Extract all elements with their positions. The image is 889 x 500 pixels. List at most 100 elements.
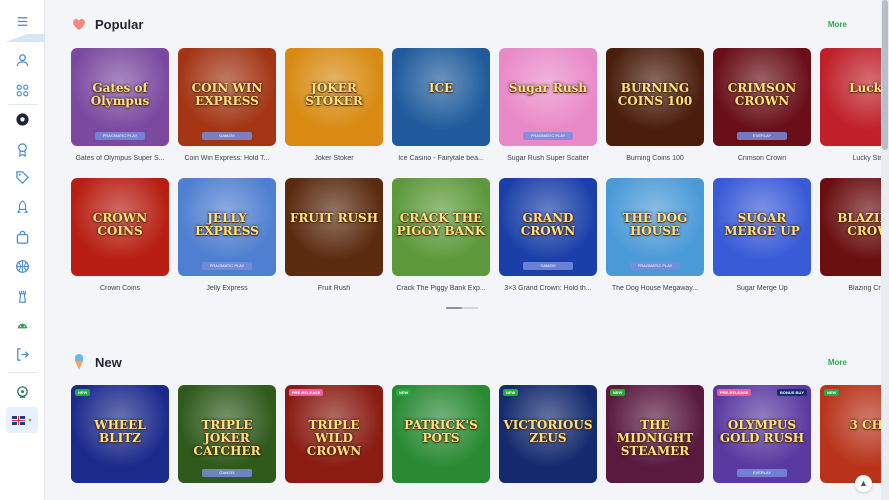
game-logo-text: OLYMPUS GOLD RUSH bbox=[719, 418, 805, 445]
game-logo-text: SUGAR MERGE UP bbox=[724, 211, 800, 238]
section-title: Popular bbox=[95, 16, 144, 32]
game-title[interactable]: The Dog House Megaway... bbox=[606, 285, 704, 292]
main-content: Popular More Gates of Olympus PRAGMATIC P… bbox=[46, 0, 889, 500]
shopping-bag-icon[interactable] bbox=[0, 224, 45, 250]
game-tile[interactable]: FRUIT RUSH Fruit Rush bbox=[285, 178, 383, 292]
game-title[interactable]: Joker Stoker bbox=[285, 155, 383, 162]
game-tile[interactable]: PRE-RELEASE TRIPLE WILD CROWN bbox=[285, 385, 383, 483]
game-title[interactable]: Sugar Merge Up bbox=[713, 285, 811, 292]
game-thumbnail[interactable]: PRE-RELEASE TRIPLE WILD CROWN bbox=[285, 385, 383, 483]
more-link[interactable]: More bbox=[828, 20, 847, 29]
soccer-ball-icon[interactable] bbox=[0, 106, 45, 132]
support-chat-icon[interactable] bbox=[0, 379, 45, 405]
game-thumbnail[interactable]: Sugar Rush PRAGMATIC PLAY bbox=[499, 48, 597, 146]
game-tile[interactable]: COIN WIN EXPRESS GAMZIX Coin Win Express: … bbox=[178, 48, 276, 162]
game-tile[interactable]: NEW VICTORIOUS ZEUS bbox=[499, 385, 597, 483]
game-title[interactable]: Ice Casino - Fairytale bea... bbox=[392, 155, 490, 162]
game-tile[interactable]: Sugar Rush PRAGMATIC PLAY Sugar Rush Super… bbox=[499, 48, 597, 162]
game-tile[interactable]: JELLY EXPRESS PRAGMATIC PLAY Jelly Express bbox=[178, 178, 276, 292]
game-title[interactable]: Lucky Stre bbox=[820, 155, 889, 162]
game-tile[interactable]: THE DOG HOUSE PRAGMATIC PLAY The Dog House… bbox=[606, 178, 704, 292]
game-thumbnail[interactable]: NEW WHEEL BLITZ bbox=[71, 385, 169, 483]
game-thumbnail[interactable]: NEW 3 CHI bbox=[820, 385, 889, 483]
award-icon[interactable] bbox=[0, 136, 45, 162]
provider-badge: EVERLAY bbox=[737, 469, 787, 477]
game-thumbnail[interactable]: NEW PATRICK'S POTS bbox=[392, 385, 490, 483]
game-thumbnail[interactable]: COIN WIN EXPRESS GAMZIX bbox=[178, 48, 276, 146]
game-tile[interactable]: BURNING COINS 100 Burning Coins 100 bbox=[606, 48, 704, 162]
game-title[interactable]: 3×3 Grand Crown: Hold th... bbox=[499, 285, 597, 292]
game-tile[interactable]: GRAND CROWN GAMZIX 3×3 Grand Crown: Hold t… bbox=[499, 178, 597, 292]
tag-icon[interactable] bbox=[0, 164, 45, 190]
basketball-icon[interactable] bbox=[0, 253, 45, 279]
game-tile[interactable]: CRIMSON CROWN EVERLAY Crimson Crown bbox=[713, 48, 811, 162]
logout-icon[interactable] bbox=[0, 341, 45, 367]
game-tile[interactable]: Lucky Lucky Stre bbox=[820, 48, 889, 162]
game-tile[interactable]: NEW 3 CHI bbox=[820, 385, 889, 483]
game-tile[interactable]: NEW THE MIDNIGHT STEAMER bbox=[606, 385, 704, 483]
chevron-down-icon: ▾ bbox=[28, 417, 32, 424]
game-thumbnail[interactable]: Gates of Olympus PRAGMATIC PLAY bbox=[71, 48, 169, 146]
android-icon[interactable] bbox=[0, 312, 45, 338]
game-title[interactable]: Crimson Crown bbox=[713, 155, 811, 162]
game-title[interactable]: Gates of Olympus Super S... bbox=[71, 155, 169, 162]
game-logo-text: THE DOG HOUSE bbox=[622, 211, 688, 238]
menu-icon[interactable] bbox=[0, 8, 45, 34]
game-title[interactable]: Burning Coins 100 bbox=[606, 155, 704, 162]
game-thumbnail[interactable]: SUGAR MERGE UP bbox=[713, 178, 811, 276]
game-tile[interactable]: NEW PATRICK'S POTS bbox=[392, 385, 490, 483]
game-thumbnail[interactable]: CROWN COINS bbox=[71, 178, 169, 276]
game-title[interactable]: Crown Coins bbox=[71, 285, 169, 292]
game-tile[interactable]: PRE-RELEASE BONUS BUY OLYMPUS GOLD RUSH EVE… bbox=[713, 385, 811, 483]
page-scrollbar[interactable] bbox=[881, 0, 889, 500]
user-icon[interactable] bbox=[0, 47, 45, 73]
sidebar-divider bbox=[0, 34, 45, 42]
game-title[interactable]: Coin Win Express: Hold T... bbox=[178, 155, 276, 162]
game-tile[interactable]: CRACK THE PIGGY BANK Crack The Piggy Bank… bbox=[392, 178, 490, 292]
carousel-indicator[interactable] bbox=[446, 307, 478, 309]
game-tile[interactable]: ICE Ice Casino - Fairytale bea... bbox=[392, 48, 490, 162]
game-tile[interactable]: TRIPLE JOKER CATCHER GAMZIX bbox=[178, 385, 276, 483]
game-title[interactable]: Jelly Express bbox=[178, 285, 276, 292]
scroll-to-top-button[interactable]: ▲ bbox=[855, 475, 872, 492]
game-tile[interactable]: Gates of Olympus PRAGMATIC PLAY Gates of O… bbox=[71, 48, 169, 162]
game-thumbnail[interactable]: NEW THE MIDNIGHT STEAMER bbox=[606, 385, 704, 483]
game-logo-text: BURNING COINS 100 bbox=[617, 81, 693, 108]
game-badge: NEW bbox=[503, 389, 519, 396]
game-thumbnail[interactable]: NEW VICTORIOUS ZEUS bbox=[499, 385, 597, 483]
game-badge: PRE-RELEASE bbox=[289, 389, 324, 396]
game-tile[interactable]: SUGAR MERGE UP Sugar Merge Up bbox=[713, 178, 811, 292]
game-thumbnail[interactable]: TRIPLE JOKER CATCHER GAMZIX bbox=[178, 385, 276, 483]
language-selector[interactable]: ▾ bbox=[6, 407, 38, 433]
game-title[interactable]: Blazing Crow bbox=[820, 285, 889, 292]
game-tile[interactable]: JOKER STOKER Joker Stoker bbox=[285, 48, 383, 162]
game-thumbnail[interactable]: FRUIT RUSH bbox=[285, 178, 383, 276]
game-thumbnail[interactable]: CRACK THE PIGGY BANK bbox=[392, 178, 490, 276]
rocket-icon[interactable] bbox=[0, 194, 45, 220]
ice-cream-icon bbox=[75, 354, 83, 370]
game-title[interactable]: Sugar Rush Super Scatter bbox=[499, 155, 597, 162]
game-thumbnail[interactable]: GRAND CROWN GAMZIX bbox=[499, 178, 597, 276]
game-tile[interactable]: CROWN COINS Crown Coins bbox=[71, 178, 169, 292]
game-thumbnail[interactable]: BURNING COINS 100 bbox=[606, 48, 704, 146]
game-thumbnail[interactable]: BLAZING CROW bbox=[820, 178, 889, 276]
game-badge: NEW bbox=[396, 389, 412, 396]
more-link[interactable]: More bbox=[828, 358, 847, 367]
game-logo-text: CRIMSON CROWN bbox=[727, 81, 797, 108]
game-thumbnail[interactable]: ICE bbox=[392, 48, 490, 146]
game-thumbnail[interactable]: JOKER STOKER bbox=[285, 48, 383, 146]
game-tile[interactable]: BLAZING CROW Blazing Crow bbox=[820, 178, 889, 292]
game-thumbnail[interactable]: JELLY EXPRESS PRAGMATIC PLAY bbox=[178, 178, 276, 276]
game-thumbnail[interactable]: Lucky bbox=[820, 48, 889, 146]
sidebar-separator bbox=[8, 104, 38, 105]
tower-icon[interactable] bbox=[0, 283, 45, 309]
game-title[interactable]: Fruit Rush bbox=[285, 285, 383, 292]
game-tile[interactable]: NEW WHEEL BLITZ bbox=[71, 385, 169, 483]
game-logo-text: BLAZING CROW bbox=[837, 211, 889, 238]
game-logo-text: ICE bbox=[428, 81, 454, 95]
game-thumbnail[interactable]: THE DOG HOUSE PRAGMATIC PLAY bbox=[606, 178, 704, 276]
game-thumbnail[interactable]: PRE-RELEASE BONUS BUY OLYMPUS GOLD RUSH EVE… bbox=[713, 385, 811, 483]
game-thumbnail[interactable]: CRIMSON CROWN EVERLAY bbox=[713, 48, 811, 146]
grid-icon[interactable] bbox=[0, 77, 45, 103]
game-title[interactable]: Crack The Piggy Bank Exp... bbox=[392, 285, 490, 292]
